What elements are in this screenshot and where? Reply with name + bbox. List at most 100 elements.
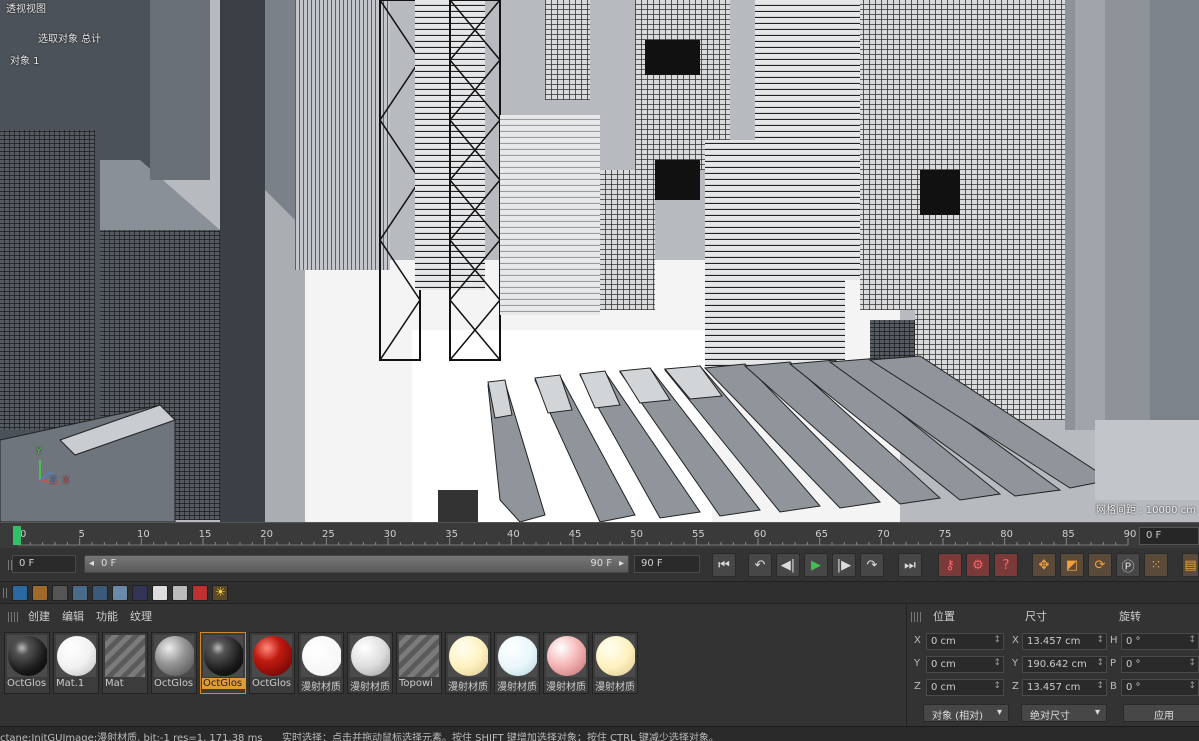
portal-icon[interactable] <box>132 585 148 601</box>
material-item[interactable]: Mat <box>102 632 148 694</box>
menu-create[interactable]: 创建 <box>28 608 50 628</box>
grip-handle[interactable] <box>911 612 923 622</box>
range-start-label: 0 F <box>101 558 117 569</box>
pos-y-field[interactable]: 0 cm <box>926 656 1004 673</box>
viewport-title[interactable]: 透视视图 <box>6 0 46 15</box>
material-label: 漫射材质 <box>595 682 635 693</box>
record-key-button[interactable]: ⚷ <box>938 553 962 577</box>
menu-texture[interactable]: 纹理 <box>130 608 152 628</box>
goto-start-button[interactable]: ⏮ <box>712 553 736 577</box>
play-button[interactable]: ▶ <box>804 553 828 577</box>
specular-icon[interactable] <box>92 585 108 601</box>
size-z-field[interactable]: 13.457 cm <box>1022 679 1107 696</box>
scale-key-button[interactable]: ◩ <box>1060 553 1084 577</box>
ruler-tick-label: 85 <box>1062 529 1075 540</box>
menu-edit[interactable]: 编辑 <box>62 608 84 628</box>
ruler-tick-label: 80 <box>1000 529 1013 540</box>
preview-range-slider[interactable]: ◂ 0 F 90 F ▸ <box>84 555 629 573</box>
material-item[interactable]: Mat.1 <box>53 632 99 694</box>
start-frame-field[interactable]: 0 F <box>12 555 76 573</box>
size-y-field[interactable]: 190.642 cm <box>1022 656 1107 673</box>
coordinate-mode-dropdown[interactable]: 对象 (相对) <box>923 704 1009 722</box>
grip-handle[interactable] <box>3 588 9 598</box>
layered-icon[interactable] <box>172 585 188 601</box>
param-key-button[interactable]: Ⓟ <box>1116 553 1140 577</box>
material-item[interactable]: OctGlos <box>4 632 50 694</box>
material-cube-icon[interactable] <box>32 585 48 601</box>
pos-z-field[interactable]: 0 cm <box>926 679 1004 696</box>
prev-frame-button[interactable]: ◀| <box>776 553 800 577</box>
rot-b-label: B <box>1110 681 1117 692</box>
prev-key-button[interactable]: ↶ <box>748 553 772 577</box>
material-label: OctGlos <box>202 678 246 689</box>
axis-x-label: X <box>63 476 70 486</box>
timeline-ruler[interactable]: 0 5 10 15 20 25 30 35 40 45 50 55 60 65 70 75 80 85 90 0 F <box>0 522 1199 548</box>
ruler-tick-label: 30 <box>384 529 397 540</box>
prev-frame-icon: ◀| <box>780 557 796 573</box>
hud-object-count: 对象 1 <box>10 56 40 67</box>
keyframe-help-button[interactable]: ? <box>994 553 1018 577</box>
ruler-tick-label: 70 <box>877 529 890 540</box>
pos-z-label: Z <box>914 681 921 692</box>
param-icon: Ⓟ <box>1121 559 1135 575</box>
pos-x-field[interactable]: 0 cm <box>926 633 1004 650</box>
move-key-button[interactable]: ✥ <box>1032 553 1056 577</box>
next-key-button[interactable]: ↷ <box>860 553 884 577</box>
material-item[interactable]: OctGlos <box>200 632 246 694</box>
range-right-arrow-icon[interactable]: ▸ <box>619 558 624 569</box>
material-toolbar: ☀ <box>0 581 1199 603</box>
status-log: ctane:InitGUImage:漫射材质, bit:-1 res=1, 17… <box>0 733 263 741</box>
timeline-ticks: 0 5 10 15 20 25 30 35 40 45 50 55 60 65 70 75 80 85 90 <box>13 526 1137 546</box>
material-item[interactable]: 漫射材质 <box>445 632 491 694</box>
current-frame-field[interactable]: 0 F <box>1139 527 1199 545</box>
apply-button[interactable]: 应用 <box>1123 704 1199 722</box>
material-preview <box>252 635 292 677</box>
rot-p-field[interactable]: 0 ° <box>1121 656 1199 673</box>
material-preview <box>497 635 537 677</box>
goto-end-button[interactable]: ⏭ <box>898 553 922 577</box>
material-sphere <box>155 636 194 676</box>
material-label: 漫射材质 <box>497 682 537 693</box>
material-sphere-icon[interactable] <box>52 585 68 601</box>
rot-b-field[interactable]: 0 ° <box>1121 679 1199 696</box>
material-item[interactable]: Topowi <box>396 632 442 694</box>
mix-material-icon[interactable] <box>112 585 128 601</box>
emission-icon[interactable] <box>192 585 208 601</box>
rot-p-label: P <box>1110 658 1117 669</box>
rot-h-label: H <box>1110 635 1118 646</box>
range-left-arrow-icon[interactable]: ◂ <box>89 558 94 569</box>
rotate-key-button[interactable]: ⟳ <box>1088 553 1112 577</box>
auto-key-icon: ⚙ <box>972 557 984 573</box>
ruler-tick-label: 90 <box>1124 529 1137 540</box>
material-item[interactable]: 漫射材质 <box>543 632 589 694</box>
material-item[interactable]: 漫射材质 <box>347 632 393 694</box>
material-label: 漫射材质 <box>350 682 390 693</box>
point-level-button[interactable]: ⁙ <box>1144 553 1168 577</box>
material-preview <box>350 635 390 677</box>
material-item[interactable]: 漫射材质 <box>592 632 638 694</box>
sun-icon[interactable]: ☀ <box>212 585 228 601</box>
next-frame-button[interactable]: |▶ <box>832 553 856 577</box>
pos-y-label: Y <box>914 658 921 669</box>
size-x-field[interactable]: 13.457 cm <box>1022 633 1107 650</box>
glossy-icon[interactable] <box>72 585 88 601</box>
rot-h-field[interactable]: 0 ° <box>1121 633 1199 650</box>
material-item[interactable]: 漫射材质 <box>298 632 344 694</box>
move-icon: ✥ <box>1038 557 1050 573</box>
octane-icon[interactable] <box>12 585 28 601</box>
menu-function[interactable]: 功能 <box>96 608 118 628</box>
end-frame-field[interactable]: 90 F <box>634 555 700 573</box>
material-preview <box>546 635 586 677</box>
auto-key-button[interactable]: ⚙ <box>966 553 990 577</box>
toon-icon[interactable] <box>152 585 168 601</box>
timeline-panel-button[interactable]: ▤ <box>1182 553 1199 577</box>
perspective-viewport[interactable]: 透视视图 选取对象 总计 对象 1 Y Z X 网格间距 : 10000 cm <box>0 0 1199 522</box>
goto-start-icon: ⏮ <box>718 557 730 573</box>
material-item[interactable]: OctGlos <box>249 632 295 694</box>
material-item[interactable]: 漫射材质 <box>494 632 540 694</box>
playhead[interactable] <box>13 526 21 545</box>
ruler-tick-label: 60 <box>754 529 767 540</box>
size-y-label: Y <box>1012 658 1019 669</box>
material-item[interactable]: OctGlos <box>151 632 197 694</box>
size-mode-dropdown[interactable]: 绝对尺寸 <box>1021 704 1107 722</box>
